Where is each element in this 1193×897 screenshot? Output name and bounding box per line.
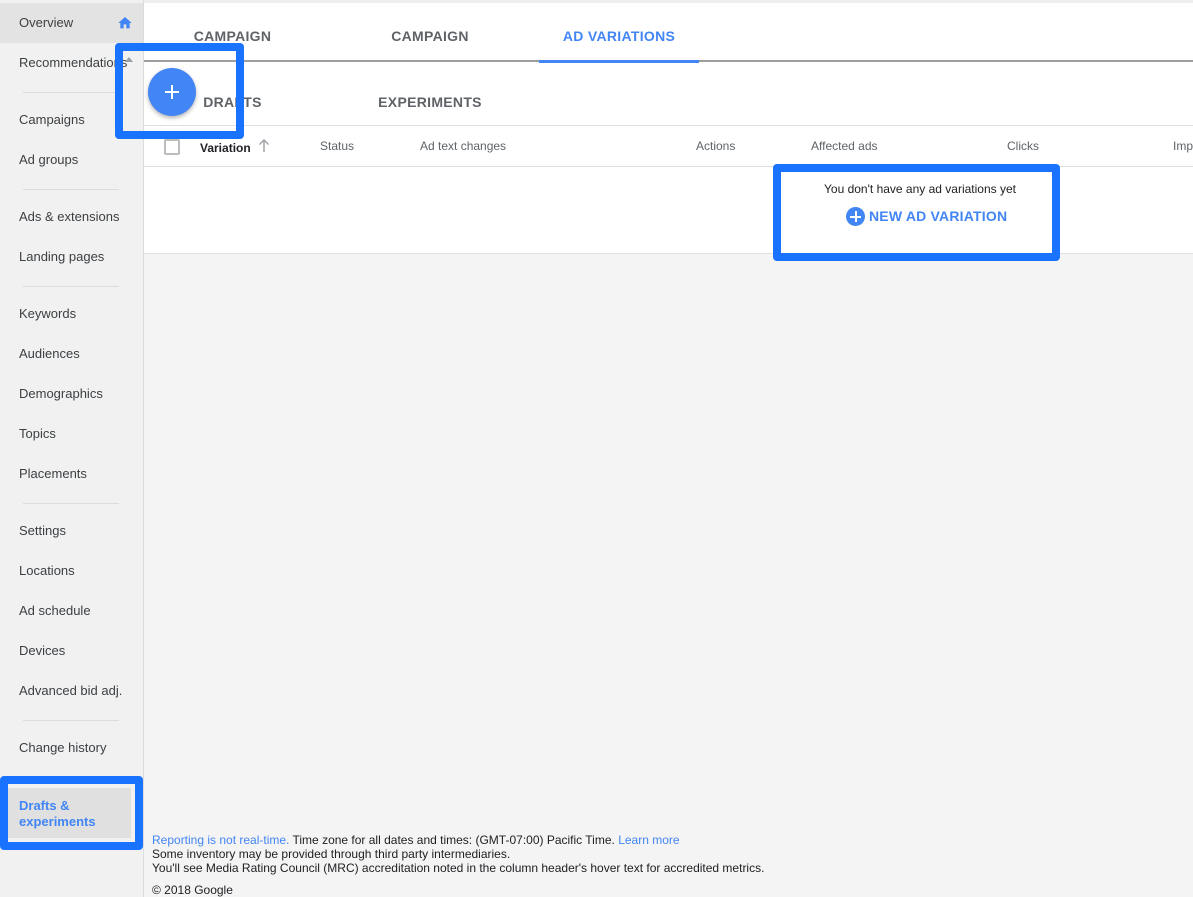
active-tab-indicator <box>539 60 699 63</box>
sidebar-item-change-history[interactable]: Change history <box>0 728 143 768</box>
tab-ad-variations[interactable]: AD VARIATIONS <box>539 3 699 62</box>
sidebar-divider <box>23 189 119 190</box>
sidebar-item-keywords[interactable]: Keywords <box>0 294 143 334</box>
sidebar-item-topics[interactable]: Topics <box>0 414 143 454</box>
sidebar-divider <box>23 720 119 721</box>
inventory-text: Some inventory may be provided through t… <box>152 847 511 861</box>
sidebar-item-label: Recommendations <box>19 55 128 70</box>
main-panel: CAMPAIGN DRAFTS CAMPAIGN EXPERIMENTS AD … <box>144 0 1193 254</box>
tab-campaign-experiments[interactable]: CAMPAIGN EXPERIMENTS <box>344 3 516 110</box>
sort-ascending-icon[interactable] <box>258 139 270 153</box>
new-ad-variation-label: NEW AD VARIATION <box>869 208 1008 224</box>
sidebar-item-demographics[interactable]: Demographics <box>0 374 143 414</box>
sidebar-item-label: Keywords <box>19 306 77 321</box>
sidebar-item-label: Advanced bid adj. <box>19 683 123 698</box>
sidebar-item-ad-schedule[interactable]: Ad schedule <box>0 591 143 631</box>
column-header-variation[interactable]: Variation <box>200 128 251 168</box>
sidebar-item-label: Ad groups <box>19 152 79 167</box>
sidebar-item-devices[interactable]: Devices <box>0 631 143 671</box>
sidebar-item-label: Landing pages <box>19 249 105 264</box>
footer: Reporting is not real-time. Time zone fo… <box>152 833 764 897</box>
column-header-affected-ads[interactable]: Affected ads <box>811 126 878 166</box>
sidebar-item-advanced-bid-adj[interactable]: Advanced bid adj. <box>0 671 143 711</box>
column-header-status[interactable]: Status <box>320 126 354 166</box>
column-header-clicks[interactable]: Clicks <box>1007 126 1039 166</box>
sidebar-item-label: Ads & extensions <box>19 209 120 224</box>
add-button[interactable] <box>148 68 196 116</box>
column-header-impressions[interactable]: Imp <box>1173 126 1193 166</box>
tab-campaign-drafts[interactable]: CAMPAIGN DRAFTS <box>168 3 297 110</box>
column-header-ad-text-changes[interactable]: Ad text changes <box>420 126 506 166</box>
mrc-text: You'll see Media Rating Council (MRC) ac… <box>152 861 765 875</box>
sidebar-item-label: Audiences <box>19 346 80 361</box>
sidebar-item-audiences[interactable]: Audiences <box>0 334 143 374</box>
realtime-link[interactable]: Reporting is not real-time. <box>152 833 289 847</box>
sidebar: Overview Recommendations Campaigns Ad gr… <box>0 0 144 897</box>
timezone-text: Time zone for all dates and times: (GMT-… <box>289 833 619 847</box>
sidebar-item-recommendations[interactable]: Recommendations <box>0 43 143 83</box>
tab-bar: CAMPAIGN DRAFTS CAMPAIGN EXPERIMENTS AD … <box>144 3 1193 110</box>
sidebar-item-label: Settings <box>19 523 66 538</box>
scroll-up-icon[interactable] <box>125 57 133 62</box>
sidebar-item-label: Change history <box>19 740 107 755</box>
sidebar-divider <box>23 92 119 93</box>
learn-more-link[interactable]: Learn more <box>618 833 679 847</box>
sidebar-item-placements[interactable]: Placements <box>0 454 143 494</box>
sidebar-item-label: Placements <box>19 466 87 481</box>
sidebar-item-locations[interactable]: Locations <box>0 551 143 591</box>
sidebar-item-label: Locations <box>19 563 75 578</box>
sidebar-item-overview[interactable]: Overview <box>0 3 143 43</box>
sidebar-item-label: Demographics <box>19 386 103 401</box>
sidebar-item-drafts-experiments[interactable]: Drafts & experiments <box>8 788 131 838</box>
sidebar-item-label: Ad schedule <box>19 603 91 618</box>
sidebar-divider <box>23 286 119 287</box>
sidebar-divider <box>23 503 119 504</box>
sidebar-item-label: Campaigns <box>19 112 85 127</box>
select-all-checkbox[interactable] <box>164 139 180 155</box>
sidebar-item-label: Overview <box>19 15 74 30</box>
table-header: Variation Status Ad text changes Actions… <box>144 125 1193 167</box>
sidebar-item-settings[interactable]: Settings <box>0 511 143 551</box>
sidebar-item-ad-groups[interactable]: Ad groups <box>0 140 143 180</box>
home-icon <box>118 17 132 29</box>
sidebar-item-label: Devices <box>19 643 66 658</box>
empty-state-message: You don't have any ad variations yet <box>824 182 1016 196</box>
column-header-actions[interactable]: Actions <box>696 126 735 166</box>
add-circle-icon <box>846 207 865 226</box>
sidebar-item-landing-pages[interactable]: Landing pages <box>0 237 143 277</box>
sidebar-item-label: Drafts & experiments <box>19 798 96 829</box>
footer-line-timezone: Reporting is not real-time. Time zone fo… <box>152 833 764 847</box>
copyright: © 2018 Google <box>152 883 233 897</box>
sidebar-item-ads-extensions[interactable]: Ads & extensions <box>0 197 143 237</box>
sidebar-item-label: Topics <box>19 426 56 441</box>
sidebar-item-campaigns[interactable]: Campaigns <box>0 100 143 140</box>
